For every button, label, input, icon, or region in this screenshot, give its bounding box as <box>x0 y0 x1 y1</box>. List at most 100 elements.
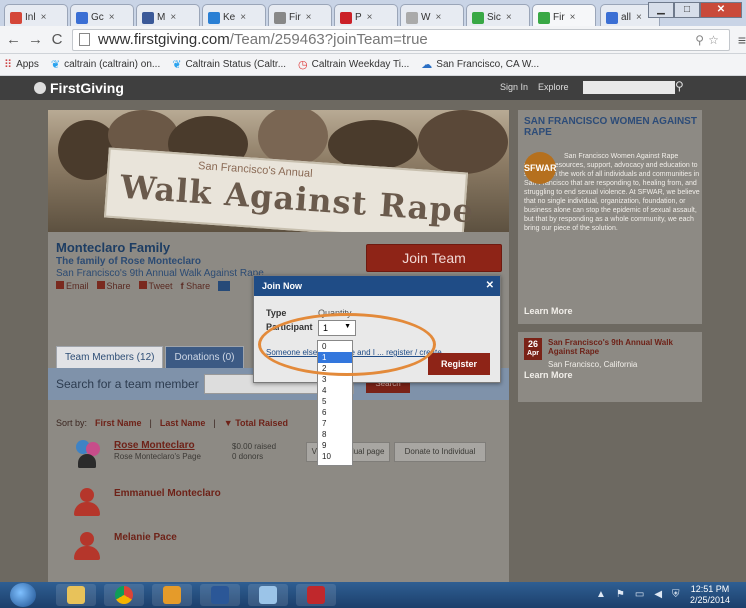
tab-close-icon[interactable]: × <box>435 12 441 23</box>
join-team-button[interactable]: Join Team <box>366 244 502 272</box>
email-share[interactable]: Email <box>56 281 89 291</box>
event-title[interactable]: San Francisco's 9th Annual Walk Against … <box>548 338 698 356</box>
donor-count: 0 donors <box>232 452 264 461</box>
logo-mark-icon <box>34 82 46 94</box>
browser-tab[interactable]: W × <box>400 4 464 26</box>
learn-more-link[interactable]: Learn More <box>524 306 573 316</box>
tab-close-icon[interactable]: × <box>109 12 115 23</box>
quantity-option[interactable]: 4 <box>318 385 352 396</box>
firstgiving-logo[interactable]: FirstGiving <box>34 80 124 96</box>
tab-label: all <box>621 12 632 23</box>
browser-tab[interactable]: M × <box>136 4 200 26</box>
close-window-button[interactable]: ✕ <box>700 2 742 18</box>
share-row: Email Share Tweet f Share <box>56 281 231 291</box>
tab-close-icon[interactable]: × <box>240 12 246 23</box>
quantity-option[interactable]: 7 <box>318 418 352 429</box>
volume-icon[interactable]: ◀ <box>654 589 662 600</box>
tab-donations[interactable]: Donations (0) <box>165 346 244 368</box>
facebook-share[interactable]: f Share <box>181 281 211 291</box>
event-name: San Francisco's 9th Annual Walk Against … <box>56 268 264 279</box>
network-icon[interactable]: ▭ <box>635 589 644 600</box>
maximize-button[interactable]: □ <box>674 2 700 18</box>
tray-arrow-icon[interactable]: ▲ <box>596 589 606 600</box>
quantity-option[interactable]: 8 <box>318 429 352 440</box>
tab-team-members[interactable]: Team Members (12) <box>56 346 164 368</box>
browser-tab[interactable]: Inl × <box>4 4 68 26</box>
tweet-link[interactable]: Tweet <box>138 281 173 291</box>
menu-icon[interactable]: ≡ <box>738 32 746 48</box>
charity-info-panel: SAN FRANCISCO WOMEN AGAINST RAPE San Fra… <box>518 110 702 324</box>
minimize-button[interactable]: ▁ <box>648 2 674 18</box>
browser-tab[interactable]: Sic × <box>466 4 530 26</box>
start-button[interactable] <box>10 583 36 607</box>
forward-icon[interactable]: → <box>28 31 43 48</box>
member-name[interactable]: Melanie Pace <box>114 532 177 543</box>
tab-close-icon[interactable]: × <box>170 12 176 23</box>
tab-close-icon[interactable]: × <box>506 12 512 23</box>
app-icon <box>259 586 277 604</box>
email-icon <box>56 281 64 289</box>
tab-label: Sic <box>487 12 501 23</box>
search-icon[interactable]: ⚲ <box>675 79 684 93</box>
member-name[interactable]: Rose Monteclaro <box>114 440 195 451</box>
sort-row: Sort by: First Name | Last Name | ▼ Tota… <box>56 418 289 428</box>
apps-grid-icon: ⠿ <box>4 59 13 71</box>
tab-close-icon[interactable]: × <box>636 12 642 23</box>
bookmark-sf-weather[interactable]: ☁ San Francisco, CA W... <box>421 58 539 71</box>
taskbar-chrome[interactable] <box>104 584 144 606</box>
page-icon <box>79 33 90 46</box>
taskbar-app[interactable] <box>296 584 336 606</box>
browser-tab[interactable]: Gc × <box>70 4 134 26</box>
url-path: /Team/259463?joinTeam=true <box>229 31 428 48</box>
sign-in-link[interactable]: Sign In <box>500 82 528 92</box>
close-icon[interactable]: ✕ <box>486 280 494 291</box>
browser-tab[interactable]: Fir × <box>532 4 596 26</box>
donate-individual-button[interactable]: Donate to Individual <box>394 442 486 462</box>
sort-last-name[interactable]: Last Name <box>160 418 206 428</box>
browser-tab[interactable]: Ke × <box>202 4 266 26</box>
browser-tab[interactable]: Fir × <box>268 4 332 26</box>
member-search-label: Search for a team member <box>56 377 199 391</box>
quantity-option[interactable]: 6 <box>318 407 352 418</box>
bookmark-caltrain[interactable]: ❦ caltrain (caltrain) on... <box>51 58 160 71</box>
quantity-option[interactable]: 5 <box>318 396 352 407</box>
sort-total-raised[interactable]: ▼ Total Raised <box>224 418 288 428</box>
clock-date: 2/25/2014 <box>690 595 731 605</box>
taskbar-app[interactable] <box>248 584 288 606</box>
tab-close-icon[interactable]: × <box>41 12 47 23</box>
type-label: Type <box>266 308 287 318</box>
member-name[interactable]: Emmanuel Monteclaro <box>114 488 221 499</box>
bookmark-caltrain-weekday[interactable]: ◷ Caltrain Weekday Ti... <box>298 58 409 71</box>
reload-icon[interactable]: C <box>50 31 64 48</box>
browser-tab-strip: Inl × Gc × M × Ke × Fir × P × W × Sic × Fir × all × ▁ □ ✕ <box>0 0 746 26</box>
sort-first-name[interactable]: First Name <box>95 418 142 428</box>
tab-label: P <box>355 12 362 23</box>
charity-title[interactable]: SAN FRANCISCO WOMEN AGAINST RAPE <box>524 116 702 138</box>
taskbar-outlook[interactable] <box>152 584 192 606</box>
avatar <box>74 532 100 560</box>
event-learn-more-link[interactable]: Learn More <box>524 370 573 380</box>
browser-tab[interactable]: P × <box>334 4 398 26</box>
quantity-option[interactable]: 10 <box>318 451 352 462</box>
back-icon[interactable]: ← <box>6 31 21 48</box>
zoom-star-icons[interactable]: ⚲☆ <box>695 33 723 47</box>
bookmark-caltrain-status[interactable]: ❦ Caltrain Status (Caltr... <box>172 58 286 71</box>
security-icon[interactable]: ⛨ <box>672 589 680 600</box>
bookmark-apps[interactable]: ⠿ Apps <box>4 58 39 71</box>
taskbar-word[interactable] <box>200 584 240 606</box>
site-search-input[interactable] <box>583 81 675 94</box>
quantity-option[interactable]: 9 <box>318 440 352 451</box>
like-button[interactable] <box>218 281 231 291</box>
tab-close-icon[interactable]: × <box>367 12 373 23</box>
address-bar[interactable]: www.firstgiving.com /Team/259463?joinTea… <box>72 28 730 51</box>
tab-close-icon[interactable]: × <box>570 12 576 23</box>
tab-close-icon[interactable]: × <box>306 12 312 23</box>
raised-amount: $0.00 raised <box>232 442 277 451</box>
taskbar-explorer[interactable] <box>56 584 96 606</box>
register-button[interactable]: Register <box>428 353 490 375</box>
team-subtitle: The family of Rose Monteclaro <box>56 256 202 267</box>
explore-link[interactable]: Explore <box>538 82 569 92</box>
taskbar-clock[interactable]: 12:51 PM 2/25/2014 <box>690 584 730 606</box>
flag-icon[interactable]: ⚑ <box>616 589 625 600</box>
share-link[interactable]: Share <box>96 281 131 291</box>
